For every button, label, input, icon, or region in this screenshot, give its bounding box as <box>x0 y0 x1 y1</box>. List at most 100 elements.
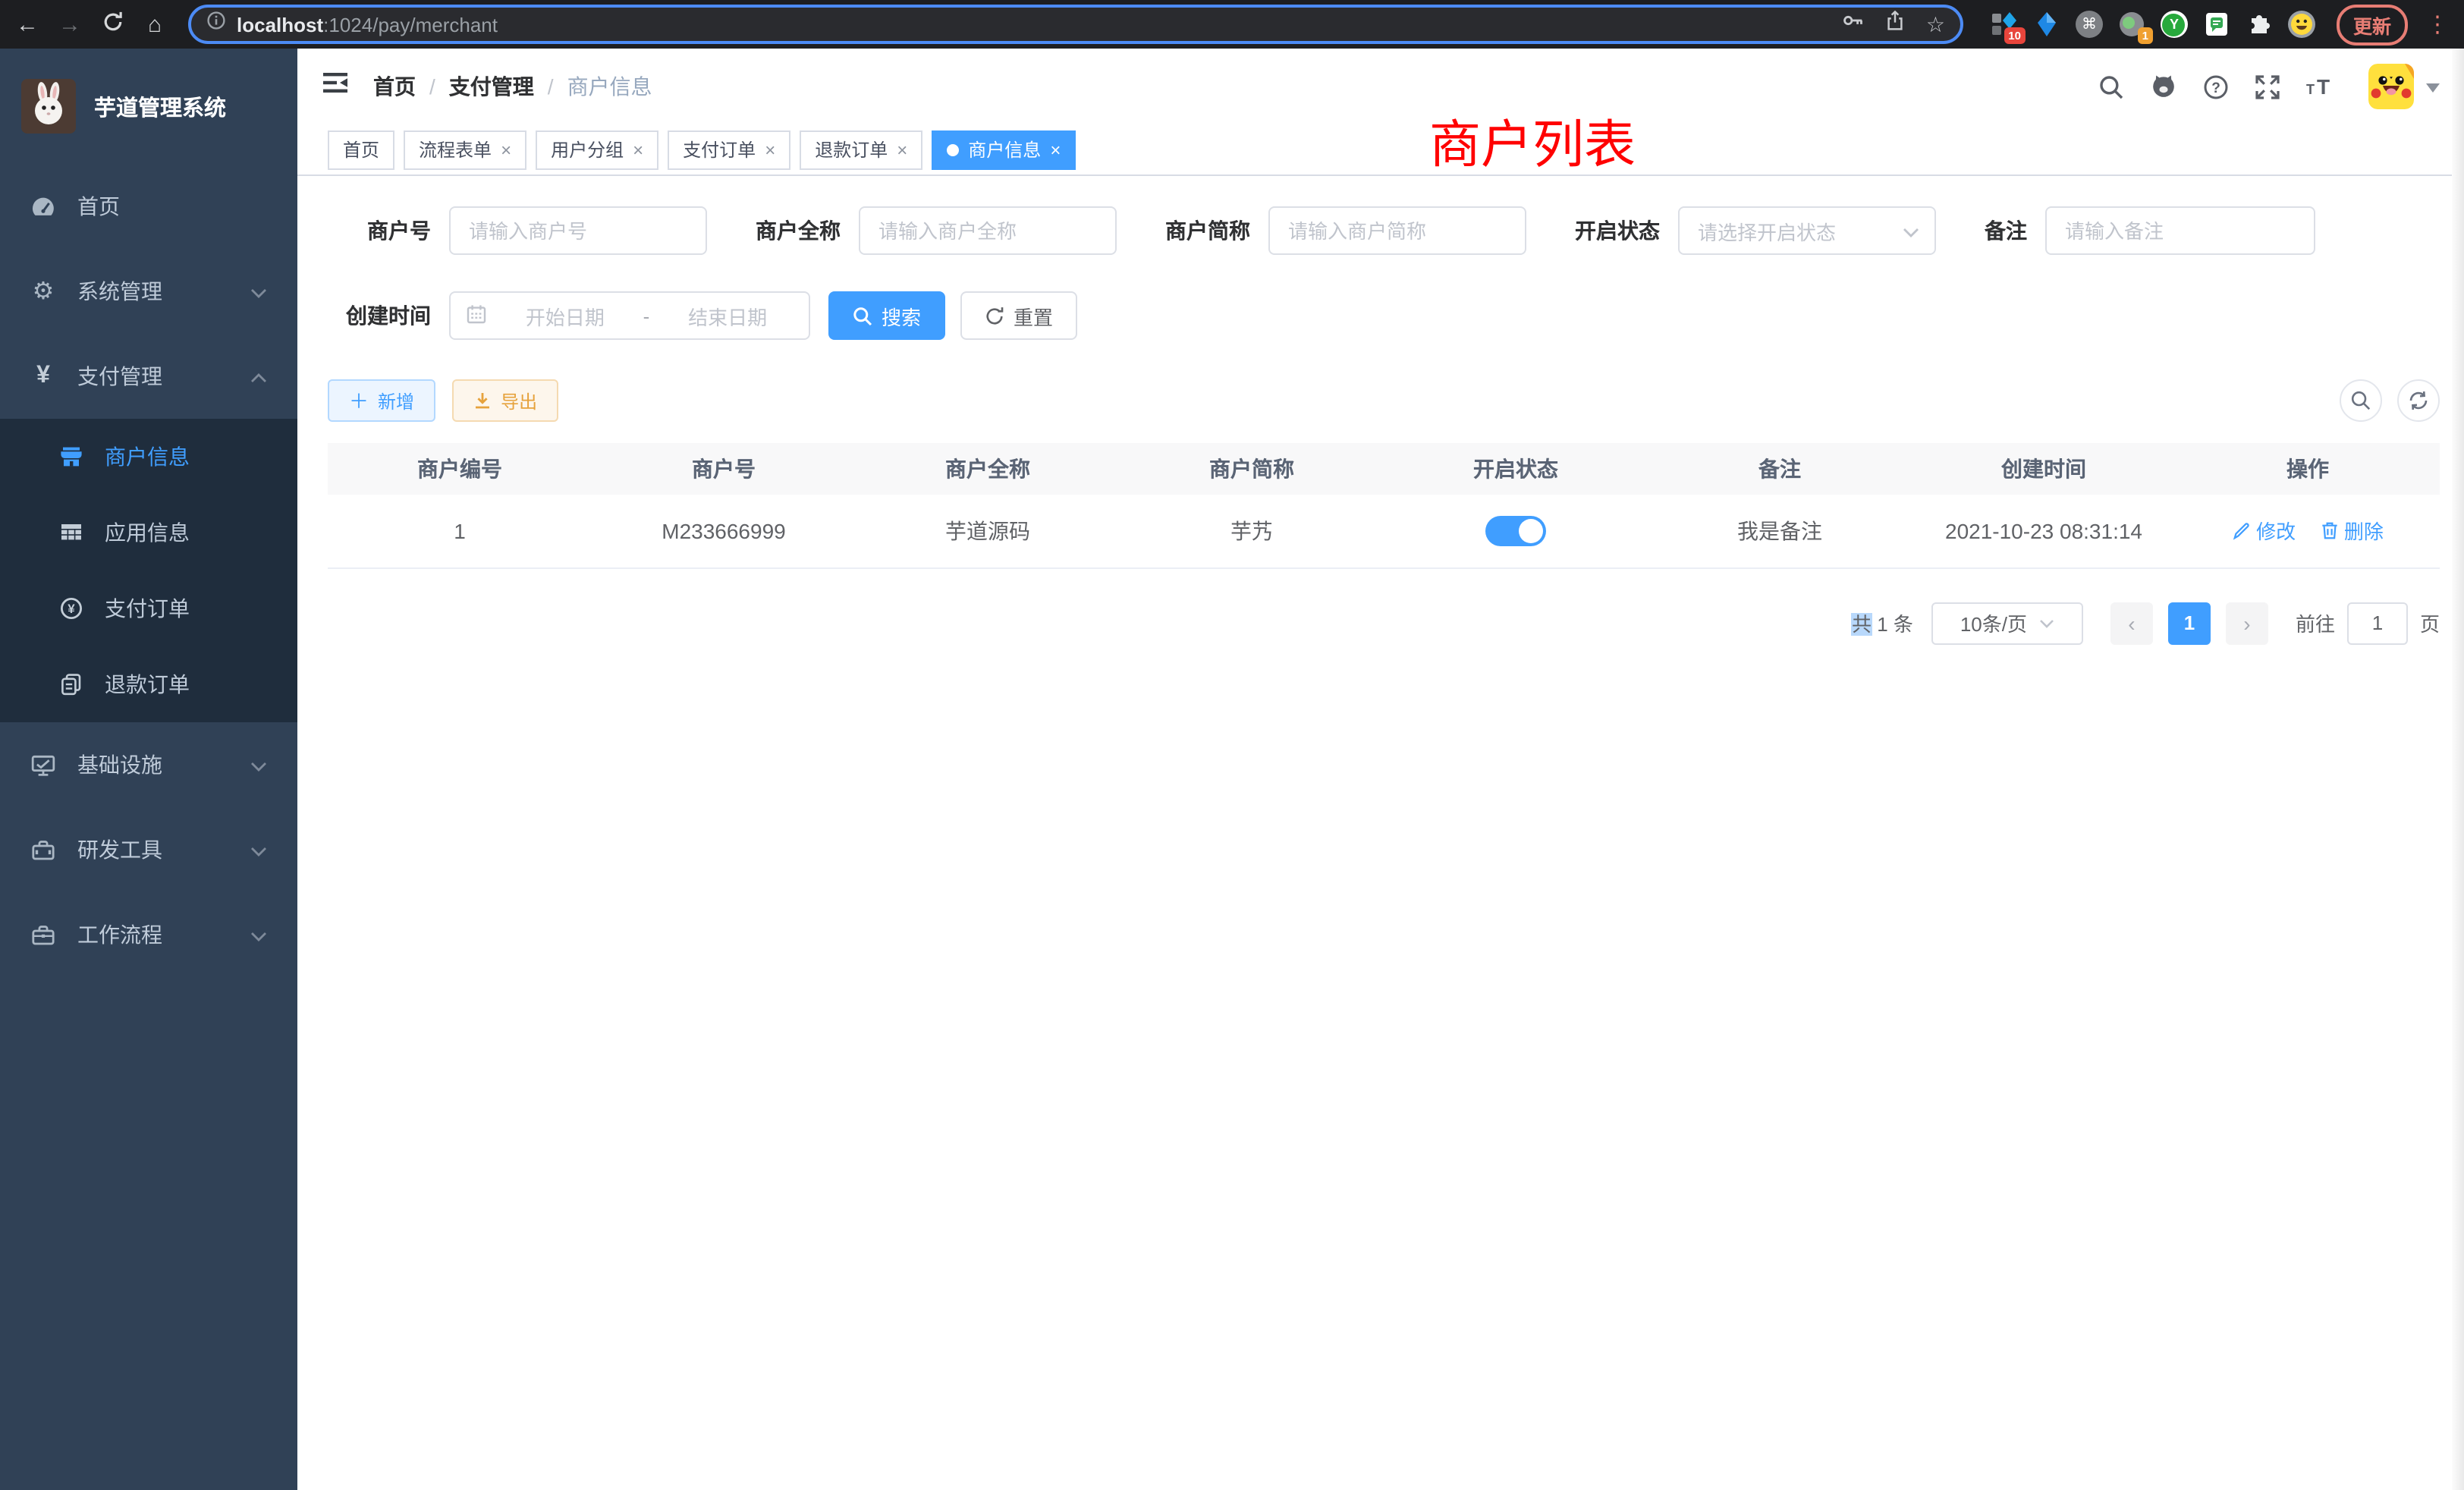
browser-reload-icon[interactable] <box>97 11 127 38</box>
delete-link[interactable]: 删除 <box>2320 517 2384 545</box>
tab-merchant-info[interactable]: 商户信息× <box>932 130 1076 169</box>
fullscreen-icon[interactable] <box>2255 74 2280 99</box>
full-name-label: 商户全称 <box>756 215 841 246</box>
page-unit-label: 页 <box>2420 608 2440 637</box>
close-tab-icon[interactable]: × <box>1050 140 1061 159</box>
chevron-down-icon <box>250 753 267 777</box>
tab-refund-order[interactable]: 退款订单× <box>800 130 922 169</box>
page-size-select[interactable]: 10条/页 <box>1931 602 2083 644</box>
cell-short-name: 芋艿 <box>1120 495 1384 567</box>
sidebar-collapse-icon[interactable] <box>322 70 349 103</box>
prev-page-button[interactable]: ‹ <box>2110 602 2153 644</box>
sidebar-item-app-info[interactable]: 应用信息 <box>0 495 297 571</box>
col-create-time: 创建时间 <box>1912 443 2176 495</box>
screen: ← → ⌂ localhost:1024/pay/merchant ☆ <box>0 0 2464 1490</box>
sidebar-item-label: 退款订单 <box>105 669 267 699</box>
tab-process-form[interactable]: 流程表单× <box>404 130 526 169</box>
breadcrumb-payment[interactable]: 支付管理 <box>449 71 534 102</box>
close-tab-icon[interactable]: × <box>633 140 643 159</box>
page-number-1[interactable]: 1 <box>2168 602 2211 644</box>
close-tab-icon[interactable]: × <box>897 140 907 159</box>
refresh-table-button[interactable] <box>2397 379 2440 422</box>
sidebar-item-infrastructure[interactable]: 基础设施 <box>0 722 297 807</box>
create-time-range-picker[interactable]: 开始日期 - 结束日期 <box>449 291 810 340</box>
emoji-extension-icon[interactable] <box>2288 11 2315 38</box>
font-size-icon[interactable]: TT <box>2306 74 2337 99</box>
y-extension-icon[interactable]: Y <box>2161 11 2188 38</box>
header-search-icon[interactable] <box>2098 74 2124 99</box>
url-text: localhost:1024/pay/merchant <box>237 13 498 36</box>
next-page-button[interactable]: › <box>2226 602 2268 644</box>
short-name-label: 商户简称 <box>1165 215 1250 246</box>
sidebar-item-home[interactable]: 首页 <box>0 164 297 249</box>
remark-input[interactable] <box>2045 206 2315 255</box>
workflow-icon <box>30 922 56 948</box>
user-avatar[interactable] <box>2368 64 2440 109</box>
merchant-no-input[interactable] <box>449 206 707 255</box>
command-extension-icon[interactable]: ⌘ <box>2076 11 2103 38</box>
sidebar-item-workflow[interactable]: 工作流程 <box>0 892 297 977</box>
help-icon[interactable]: ? <box>2203 74 2229 99</box>
app-title: 芋道管理系统 <box>94 90 226 122</box>
app-logo[interactable]: 芋道管理系统 <box>0 49 297 164</box>
site-info-icon[interactable] <box>206 11 226 38</box>
address-bar[interactable]: localhost:1024/pay/merchant ☆ <box>188 5 1963 44</box>
extensions-puzzle-icon[interactable] <box>2246 11 2273 38</box>
sidebar-item-merchant-info[interactable]: 商户信息 <box>0 419 297 495</box>
chat-extension-icon[interactable] <box>2203 11 2230 38</box>
avatar-caret-icon <box>2426 73 2440 100</box>
status-label: 开启状态 <box>1575 215 1660 246</box>
toggle-search-button[interactable] <box>2340 379 2382 422</box>
chevron-down-icon <box>1903 219 1919 242</box>
browser-forward-icon[interactable]: → <box>55 13 85 36</box>
browser-home-icon[interactable]: ⌂ <box>140 13 170 36</box>
tab-pay-order[interactable]: 支付订单× <box>668 130 790 169</box>
proxy-extension-icon[interactable]: 1 <box>2118 11 2145 38</box>
breadcrumb-home[interactable]: 首页 <box>373 71 416 102</box>
edit-link[interactable]: 修改 <box>2232 517 2296 545</box>
tab-home[interactable]: 首页 <box>328 130 394 169</box>
sidebar-item-pay-order[interactable]: ¥ 支付订单 <box>0 571 297 646</box>
svg-text:T: T <box>2306 82 2315 97</box>
sidebar-item-system[interactable]: ⚙ 系统管理 <box>0 249 297 334</box>
close-tab-icon[interactable]: × <box>501 140 511 159</box>
create-time-label: 创建时间 <box>328 300 431 331</box>
sidebar-item-label: 支付管理 <box>77 361 229 391</box>
merchant-table: 商户编号 商户号 商户全称 商户简称 开启状态 备注 创建时间 操作 1 <box>328 443 2440 568</box>
share-icon[interactable] <box>1885 9 1906 39</box>
close-tab-icon[interactable]: × <box>765 140 775 159</box>
goto-page-input[interactable] <box>2347 602 2408 644</box>
status-toggle[interactable] <box>1485 516 1546 546</box>
top-navbar: 首页 / 支付管理 / 商户信息 ? <box>297 49 2464 124</box>
sidebar-item-payment[interactable]: ¥ 支付管理 <box>0 334 297 419</box>
kite-extension-icon[interactable] <box>2033 11 2060 38</box>
search-button[interactable]: 搜索 <box>828 291 945 340</box>
merchant-no-label: 商户号 <box>328 215 431 246</box>
page-scrollbar[interactable] <box>2452 49 2464 1490</box>
export-button[interactable]: 导出 <box>452 379 558 422</box>
short-name-input[interactable] <box>1268 206 1526 255</box>
cell-merchant-id: 1 <box>328 495 592 567</box>
sidebar-item-refund-order[interactable]: 退款订单 <box>0 646 297 722</box>
tab-manager-extension-icon[interactable]: 10 <box>1991 11 2018 38</box>
sidebar-item-dev-tools[interactable]: 研发工具 <box>0 807 297 892</box>
pay-order-icon: ¥ <box>58 596 83 621</box>
browser-back-icon[interactable]: ← <box>12 13 42 36</box>
browser-update-button[interactable]: 更新 <box>2337 4 2408 45</box>
password-key-icon[interactable] <box>1843 9 1865 39</box>
reset-button[interactable]: 重置 <box>960 291 1077 340</box>
sidebar-item-label: 研发工具 <box>77 835 229 865</box>
full-name-input[interactable] <box>859 206 1117 255</box>
extensions-row: 10 ⌘ 1 Y <box>1991 11 2315 38</box>
bookmark-star-icon[interactable]: ☆ <box>1926 11 1945 37</box>
sidebar-item-label: 商户信息 <box>105 442 267 472</box>
col-status: 开启状态 <box>1384 443 1648 495</box>
status-select[interactable]: 请选择开启状态 <box>1678 206 1936 255</box>
tab-user-group[interactable]: 用户分组× <box>536 130 658 169</box>
add-button[interactable]: ＋ 新增 <box>328 379 435 422</box>
github-icon[interactable] <box>2150 74 2177 99</box>
active-tab-dot <box>947 143 959 156</box>
sidebar: 芋道管理系统 首页 ⚙ 系统管理 ¥ 支付管理 <box>0 49 297 1490</box>
browser-menu-icon[interactable]: ⋮ <box>2426 11 2449 38</box>
sidebar-item-label: 系统管理 <box>77 276 229 306</box>
